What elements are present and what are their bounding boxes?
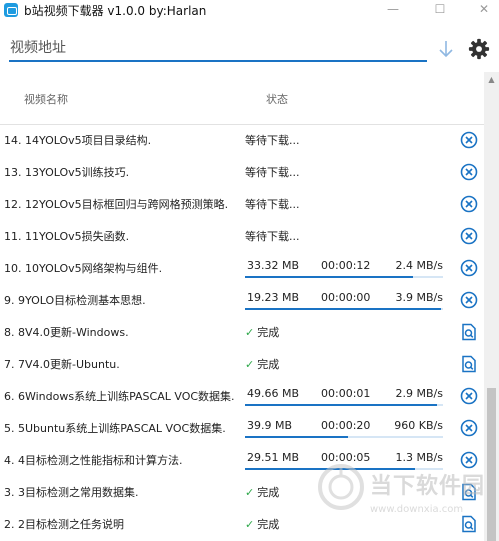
elapsed-time: 00:00:20 <box>321 419 371 432</box>
elapsed-time: 00:00:01 <box>321 387 371 400</box>
elapsed-time: 00:00:00 <box>321 291 371 304</box>
status-waiting: 等待下载... <box>245 134 300 147</box>
downloaded-size: 49.66 MB <box>247 387 300 400</box>
video-name: 13. 13YOLOv5训练技巧. <box>4 166 130 179</box>
elapsed-time: 00:00:12 <box>321 259 371 272</box>
status-done-label: 完成 <box>257 486 280 499</box>
cancel-download-icon[interactable] <box>460 387 478 405</box>
status-done: ✓ 完成 <box>245 484 279 500</box>
video-list-row[interactable]: 9. 9YOLO目标检测基本思想. 19.23 MB 00:00:00 3.9 MB/… <box>0 284 484 316</box>
status-waiting: 等待下载... <box>245 230 300 243</box>
maximize-button[interactable]: ☐ <box>425 0 455 20</box>
video-name: 10. 10YOLOv5网络架构与组件. <box>4 262 163 275</box>
window-title: b站视频下载器 v1.0.0 by:Harlan <box>24 4 207 18</box>
video-list-row[interactable]: 6. 6Windows系统上训练PASCAL VOC数据集. 49.66 MB 00… <box>0 380 484 412</box>
column-header-name[interactable]: 视频名称 <box>24 91 68 107</box>
cancel-download-icon[interactable] <box>460 131 478 149</box>
video-name: 5. 5Ubuntu系统上训练PASCAL VOC数据集. <box>4 422 226 435</box>
status-done: ✓ 完成 <box>245 356 279 372</box>
video-name: 3. 3目标检测之常用数据集. <box>4 486 139 499</box>
progress-track <box>245 436 443 438</box>
video-list-row[interactable]: 5. 5Ubuntu系统上训练PASCAL VOC数据集. 39.9 MB 00:0… <box>0 412 484 444</box>
check-icon: ✓ <box>245 486 255 499</box>
cancel-download-icon[interactable] <box>460 259 478 277</box>
downloaded-size: 33.32 MB <box>247 259 300 272</box>
download-arrow-icon[interactable] <box>437 38 455 60</box>
download-progress: 49.66 MB 00:00:01 2.9 MB/s <box>245 384 443 408</box>
download-progress: 19.23 MB 00:00:00 3.9 MB/s <box>245 288 443 312</box>
app-logo-icon <box>4 3 18 17</box>
gear-icon[interactable] <box>468 38 490 60</box>
video-name: 8. 8V4.0更新-Windows. <box>4 326 129 339</box>
video-list-row[interactable]: 14. 14YOLOv5项目目录结构. 等待下载... <box>0 124 484 156</box>
download-speed: 2.4 MB/s <box>395 259 443 272</box>
video-url-input[interactable] <box>9 36 427 62</box>
progress-fill <box>245 436 348 438</box>
title-bar: b站视频下载器 v1.0.0 by:Harlan — ☐ ✕ <box>0 0 499 20</box>
progress-fill <box>245 404 438 406</box>
video-name: 7. 7V4.0更新-Ubuntu. <box>4 358 120 371</box>
status-done-label: 完成 <box>257 518 280 531</box>
cancel-download-icon[interactable] <box>460 419 478 437</box>
video-name: 14. 14YOLOv5项目目录结构. <box>4 134 152 147</box>
cancel-download-icon[interactable] <box>460 163 478 181</box>
watermark-logo-icon <box>318 464 364 510</box>
video-list-row[interactable]: 12. 12YOLOv5目标框回归与跨网格预测策略. 等待下载... <box>0 188 484 220</box>
check-icon: ✓ <box>245 518 255 531</box>
status-done-label: 完成 <box>257 358 280 371</box>
cancel-download-icon[interactable] <box>460 195 478 213</box>
watermark: 当下软件园 www.downxia.com <box>318 462 499 532</box>
video-name: 9. 9YOLO目标检测基本思想. <box>4 294 146 307</box>
status-done-label: 完成 <box>257 326 280 339</box>
progress-fill <box>245 308 442 310</box>
download-speed: 960 KB/s <box>394 419 443 432</box>
progress-track <box>245 308 443 310</box>
status-waiting: 等待下载... <box>245 166 300 179</box>
video-name: 12. 12YOLOv5目标框回归与跨网格预测策略. <box>4 198 229 211</box>
minimize-button[interactable]: — <box>378 0 408 20</box>
check-icon: ✓ <box>245 326 255 339</box>
video-name: 6. 6Windows系统上训练PASCAL VOC数据集. <box>4 390 235 403</box>
download-speed: 3.9 MB/s <box>395 291 443 304</box>
download-progress: 39.9 MB 00:00:20 960 KB/s <box>245 416 443 440</box>
video-name: 4. 4目标检测之性能指标和计算方法. <box>4 454 183 467</box>
status-waiting: 等待下载... <box>245 198 300 211</box>
video-list-row[interactable]: 13. 13YOLOv5训练技巧. 等待下载... <box>0 156 484 188</box>
close-window-button[interactable]: ✕ <box>469 0 499 20</box>
cancel-download-icon[interactable] <box>460 227 478 245</box>
downloaded-size: 29.51 MB <box>247 451 300 464</box>
scroll-up-icon[interactable]: ▲ <box>484 74 499 86</box>
progress-fill <box>245 276 414 278</box>
video-list-row[interactable]: 10. 10YOLOv5网络架构与组件. 33.32 MB 00:00:12 2.4 … <box>0 252 484 284</box>
watermark-text: 当下软件园 <box>370 474 486 499</box>
status-done: ✓ 完成 <box>245 516 279 532</box>
downloaded-size: 19.23 MB <box>247 291 300 304</box>
column-header-status[interactable]: 状态 <box>266 91 288 107</box>
video-name: 2. 2目标检测之任务说明 <box>4 518 124 531</box>
progress-track <box>245 404 443 406</box>
open-file-search-icon[interactable] <box>460 323 478 341</box>
video-name: 11. 11YOLOv5损失函数. <box>4 230 130 243</box>
download-speed: 2.9 MB/s <box>395 387 443 400</box>
progress-track <box>245 276 443 278</box>
video-list-row[interactable]: 8. 8V4.0更新-Windows. ✓ 完成 <box>0 316 484 348</box>
video-list-row[interactable]: 11. 11YOLOv5损失函数. 等待下载... <box>0 220 484 252</box>
check-icon: ✓ <box>245 358 255 371</box>
download-progress: 33.32 MB 00:00:12 2.4 MB/s <box>245 256 443 280</box>
status-done: ✓ 完成 <box>245 324 279 340</box>
video-list-row[interactable]: 7. 7V4.0更新-Ubuntu. ✓ 完成 <box>0 348 484 380</box>
watermark-url: www.downxia.com <box>370 504 464 515</box>
downloaded-size: 39.9 MB <box>247 419 293 432</box>
cancel-download-icon[interactable] <box>460 291 478 309</box>
open-file-search-icon[interactable] <box>460 355 478 373</box>
